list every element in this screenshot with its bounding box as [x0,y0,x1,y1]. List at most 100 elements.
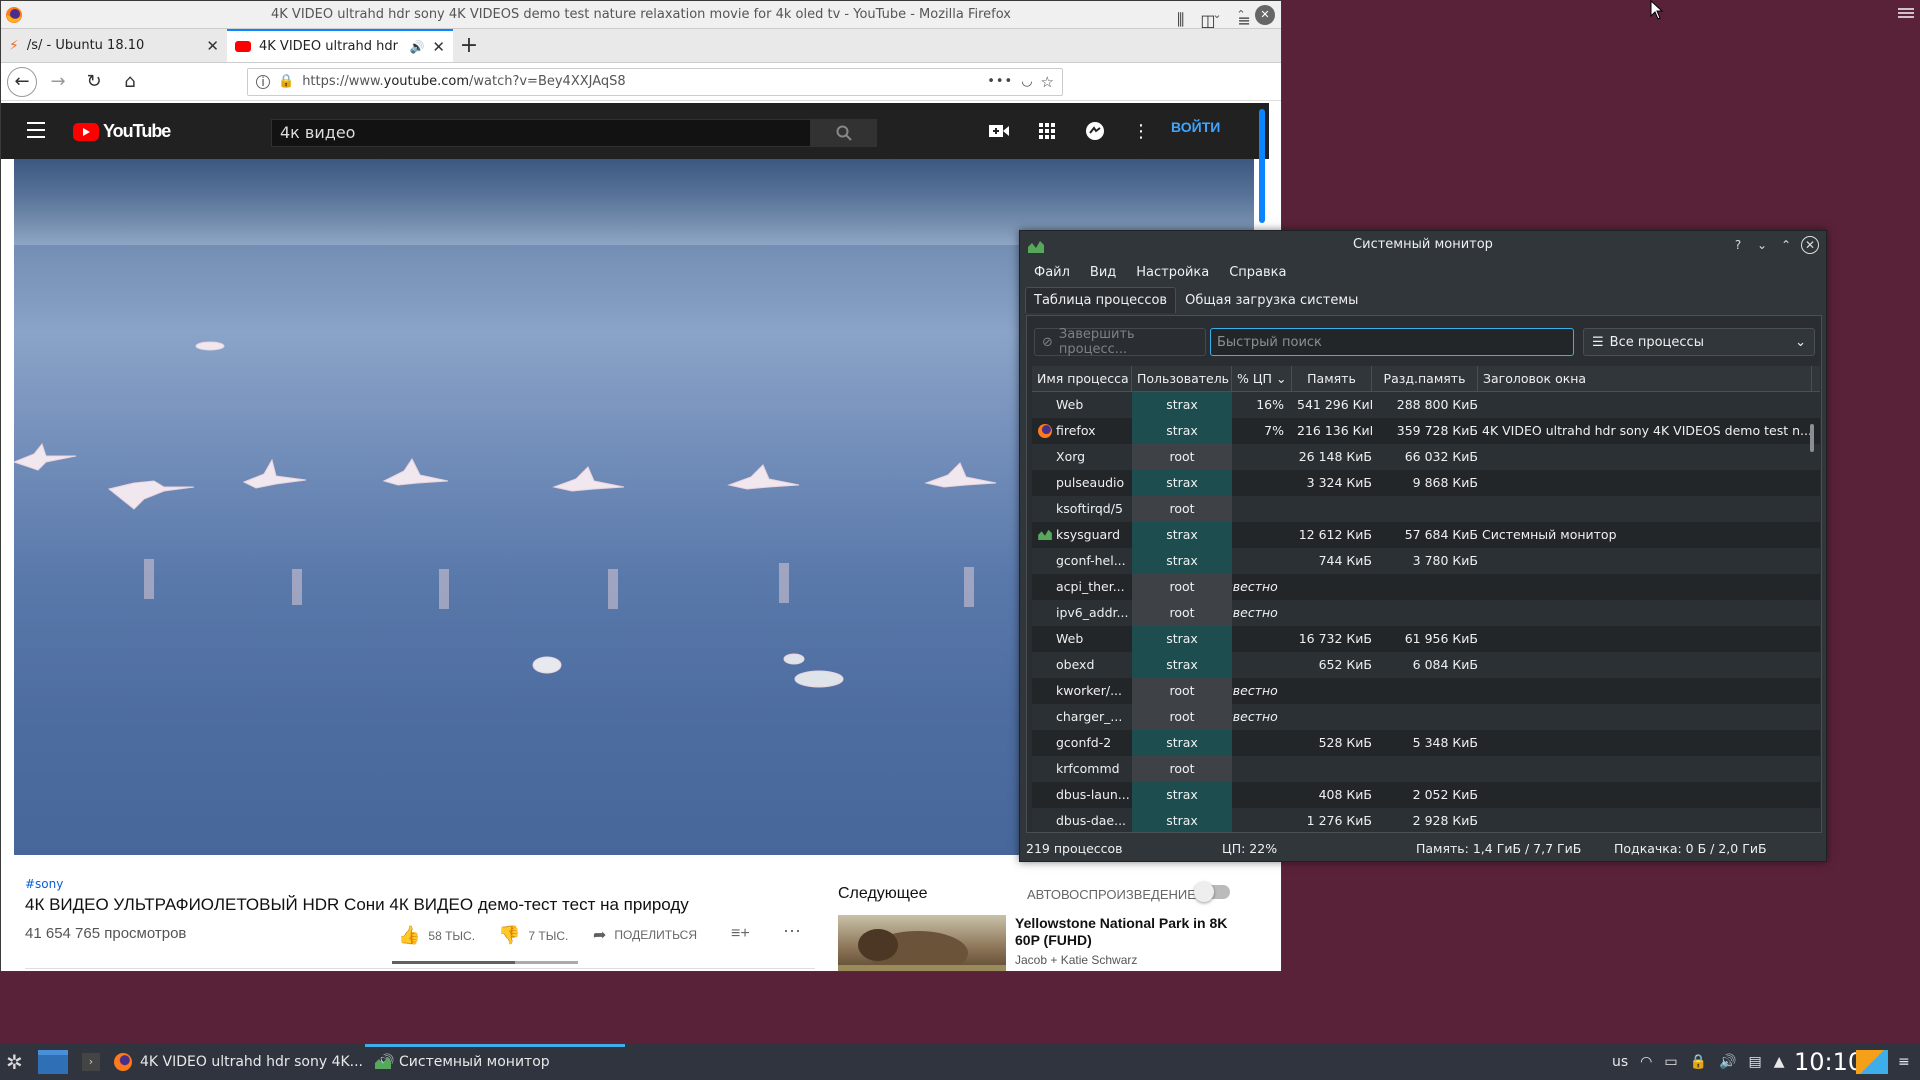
bookmark-star-icon[interactable]: ☆ [1041,73,1054,91]
reload-icon[interactable]: ↻ [79,67,109,97]
sidebar-icon[interactable]: ◫ [1200,11,1215,30]
show-desktop-icon[interactable] [38,1044,68,1080]
pocket-icon[interactable]: ◡ [1021,74,1032,89]
table-row[interactable]: acpi_ther... rootизвестно [1032,574,1820,600]
guide-menu-icon[interactable] [27,122,45,143]
process-window-title [1478,756,1812,782]
taskbar-item-firefox[interactable]: 4K VIDEO ultrahd hdr sony 4K... 🔊 [114,1044,394,1080]
menu-view[interactable]: Вид [1090,265,1116,280]
table-row[interactable]: ksoftirqd/5 root [1032,496,1820,522]
panel-menu-icon[interactable]: ≡ [1898,1044,1910,1080]
close-tab-icon[interactable]: ✕ [206,37,219,55]
more-options-icon[interactable]: ⋮ [1129,119,1153,143]
process-cpu [1232,496,1292,522]
table-scrollbar[interactable] [1810,424,1814,452]
youtube-logo[interactable]: YouTube [73,121,171,142]
tab-ubuntu[interactable]: ⚡ /s/ - Ubuntu 18.10 ✕ [1,29,227,62]
like-button[interactable]: 👍 58 ТЫС. [398,925,475,946]
info-icon[interactable]: i [256,74,270,89]
taskbar-item-sysmon[interactable]: Системный монитор [375,1044,550,1080]
column-user[interactable]: Пользователь [1132,366,1232,391]
column-window-title[interactable]: Заголовок окна [1478,366,1812,391]
maximize-icon[interactable]: ⌃ [1777,236,1795,254]
desktop-menu-icon[interactable] [1898,6,1914,20]
recommended-thumbnail[interactable] [838,915,1006,971]
table-row[interactable]: kworker/... rootизвестно [1032,678,1820,704]
recommended-channel[interactable]: Jacob + Katie Schwarz [1015,953,1137,967]
more-actions-icon[interactable]: ⋯ [783,921,801,942]
tab-youtube[interactable]: 4K VIDEO ultrahd hdr sony 🔊 ✕ [227,29,453,62]
recommended-title[interactable]: Yellowstone National Park in 8K 60P (FUH… [1015,915,1235,949]
table-row[interactable]: krfcommd root [1032,756,1820,782]
back-icon[interactable]: ← [7,66,37,97]
kill-process-button[interactable]: ⊘ Завершить процесс... [1034,327,1206,357]
new-tab-button[interactable]: + [453,29,485,62]
dislike-button[interactable]: 👎 7 ТЫС. [498,925,568,946]
library-icon[interactable]: ⫼ [1177,10,1184,30]
terminal-icon[interactable]: › [82,1044,100,1080]
tray-expand-icon[interactable]: ▲ [1774,1054,1785,1070]
process-user: root [1132,444,1232,470]
login-button[interactable]: ВОЙТИ [1171,119,1220,135]
url-bar[interactable]: i 🔒 https://www.youtube.com/watch?v=Bey4… [247,67,1063,96]
column-name[interactable]: Имя процесса [1032,366,1132,391]
process-user: strax [1132,392,1232,418]
table-row[interactable]: Web strax 16 732 КиБ 61 956 КиБ [1032,626,1820,652]
table-row[interactable]: gconfd-2 strax 528 КиБ 5 348 КиБ [1032,730,1820,756]
speaker-icon[interactable]: 🔊 [409,40,424,54]
page-scrollbar[interactable] [1259,109,1265,223]
menu-settings[interactable]: Настройка [1136,265,1209,280]
table-row[interactable]: Web strax 16% 541 296 КиБ 288 800 КиБ [1032,392,1820,418]
battery-icon[interactable]: ▭ [1664,1054,1677,1070]
table-row[interactable]: ipv6_addr...rootизвестно [1032,600,1820,626]
table-row[interactable]: dbus-dae... strax 1 276 КиБ 2 928 КиБ [1032,808,1820,832]
help-icon[interactable]: ? [1729,236,1747,254]
video-hashtag[interactable]: #sony [25,877,63,891]
volume-icon[interactable]: 🔊 [1719,1054,1736,1070]
table-row[interactable]: ksysguard strax 12 612 КиБ 57 684 КиБ Систем… [1032,522,1820,548]
clipboard-icon[interactable]: ▤ [1749,1054,1762,1070]
desktop-pager-icon[interactable] [1856,1044,1888,1080]
home-icon[interactable]: ⌂ [115,67,145,97]
close-icon[interactable]: ✕ [1801,236,1819,254]
table-row[interactable]: gconf-hel... strax 744 КиБ 3 780 КиБ [1032,548,1820,574]
table-row[interactable]: pulseaudio strax 3 324 КиБ 9 868 КиБ [1032,470,1820,496]
process-window-title [1478,652,1812,678]
messages-icon[interactable] [1083,119,1107,143]
clock[interactable]: 10:10 [1794,1048,1863,1076]
process-name: dbus-laun... [1056,787,1130,802]
search-input[interactable]: 4к видео [271,119,811,147]
menu-file[interactable]: Файл [1034,265,1070,280]
process-filter-select[interactable]: ☰ Все процессы ⌄ [1583,328,1815,356]
column-cpu[interactable]: % ЦП ⌄ [1232,366,1292,391]
apps-grid-icon[interactable] [1035,119,1059,143]
forward-icon[interactable]: → [43,67,73,97]
share-button[interactable]: ➦ ПОДЕЛИТЬСЯ [593,925,697,945]
table-row[interactable]: obexd strax 652 КиБ 6 084 КиБ [1032,652,1820,678]
tab-system-load[interactable]: Общая загрузка системы [1176,287,1367,313]
menu-help[interactable]: Справка [1229,265,1286,280]
page-actions-icon[interactable]: ••• [987,74,1013,89]
autoplay-toggle[interactable] [1194,882,1230,902]
lock-icon: 🔒 [278,74,295,89]
table-row[interactable]: charger_... rootизвестно [1032,704,1820,730]
add-to-playlist-icon[interactable]: ≡+ [731,925,750,943]
table-row[interactable]: Xorg root 26 148 КиБ 66 032 КиБ [1032,444,1820,470]
column-shared[interactable]: Разд.память [1372,366,1478,391]
app-launcher-icon[interactable]: ✲ [6,1044,23,1080]
lock-icon[interactable]: 🔒 [1690,1054,1707,1070]
table-row[interactable]: dbus-laun... strax 408 КиБ 2 052 КиБ [1032,782,1820,808]
upload-video-icon[interactable] [987,119,1011,143]
hamburger-menu-icon[interactable]: ≡ [1238,11,1251,30]
close-tab-icon[interactable]: ✕ [432,38,445,56]
table-row[interactable]: firefox strax 7% 216 136 КиБ 359 728 КиБ 4K V… [1032,418,1820,444]
close-icon[interactable]: ✕ [1255,5,1275,25]
column-memory[interactable]: Память [1292,366,1372,391]
quick-search-input[interactable]: Быстрый поиск [1210,328,1574,356]
search-button[interactable] [811,119,877,147]
keyboard-layout[interactable]: us [1612,1054,1628,1070]
tab-process-table[interactable]: Таблица процессов [1025,287,1177,313]
wifi-icon[interactable]: ◠ [1640,1054,1652,1070]
process-user: strax [1132,782,1232,808]
minimize-icon[interactable]: ⌄ [1753,236,1771,254]
